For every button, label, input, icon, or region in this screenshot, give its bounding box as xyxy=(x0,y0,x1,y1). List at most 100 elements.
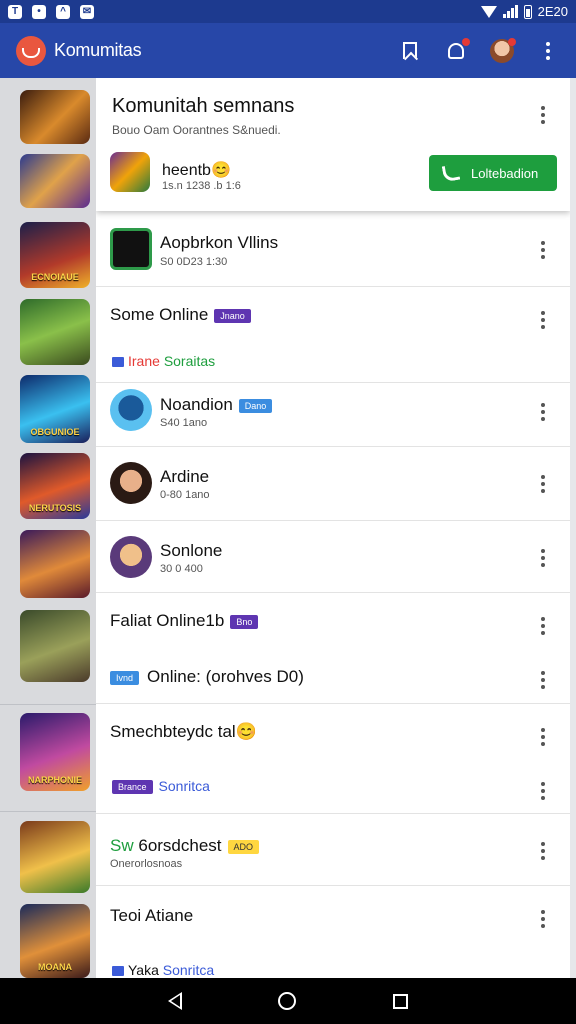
item-meta: 30 0 400 xyxy=(160,563,203,575)
list-item[interactable]: Sw 6orsdchest ADO Onerorlosnoas xyxy=(96,814,570,886)
overflow-menu-icon xyxy=(546,41,550,60)
list-item[interactable]: Faliat Online1b Bno Ivnd Online: (orohves … xyxy=(96,593,570,704)
signal-icon xyxy=(502,5,518,18)
item-name: Ardine xyxy=(160,467,210,486)
item-menu-button[interactable] xyxy=(541,241,545,259)
app-bar: Komumitas xyxy=(0,23,576,78)
item-menu-button[interactable] xyxy=(541,617,545,635)
avatar xyxy=(110,462,152,504)
item-menu-button[interactable] xyxy=(541,842,545,860)
status-icon-2: • xyxy=(32,4,46,19)
notifications-button[interactable] xyxy=(444,37,470,63)
avatar xyxy=(110,536,152,578)
item-name-green: Sw xyxy=(110,836,134,855)
status-bar: T • ^ ✉ 2E20 xyxy=(0,0,576,23)
game-thumb-6[interactable]: NERUTOSIS xyxy=(20,453,90,519)
section-label: Irane Soraitas xyxy=(112,353,215,369)
section-label-text: Sonritca xyxy=(162,962,215,978)
game-thumb-label: OBGUNIOE xyxy=(30,427,80,437)
item-name: Faliat Online1b Bno xyxy=(110,611,259,631)
overflow-menu-button[interactable] xyxy=(536,39,560,63)
list-item[interactable]: Smechbteydc tal😊 Brance Sonritca xyxy=(96,704,570,814)
recents-icon[interactable] xyxy=(392,993,408,1009)
game-thumb-9[interactable]: NARPHONIE xyxy=(20,713,90,791)
item-meta: S0 0D23 1:30 xyxy=(160,256,228,268)
item-menu-button[interactable] xyxy=(541,311,545,329)
card-menu-button[interactable] xyxy=(541,106,545,124)
status-icon-4: ✉ xyxy=(80,4,94,19)
section-label: Yaka Sonritca xyxy=(112,962,214,978)
tag-icon xyxy=(112,966,124,977)
item-name-text: Some Online xyxy=(110,305,209,324)
section-label: Brance Sonritca xyxy=(112,778,210,795)
app-title: Komumitas xyxy=(54,40,142,60)
game-icon[interactable] xyxy=(110,152,150,192)
game-name: heentb😊 xyxy=(162,162,231,179)
game-thumb-3[interactable]: ECNOIAUE xyxy=(20,222,90,288)
status-icons: T • ^ ✉ xyxy=(8,4,94,19)
item-name: Teoi Atiane xyxy=(110,906,194,925)
profile-button[interactable] xyxy=(490,37,516,63)
item-name: Noandion Dano xyxy=(160,395,273,415)
game-meta: 1s.n 1238 .b 1:6 xyxy=(162,180,241,192)
home-icon[interactable] xyxy=(278,992,297,1010)
game-thumb-4[interactable] xyxy=(20,299,90,365)
status-badge: Dano xyxy=(238,398,273,413)
back-icon[interactable] xyxy=(168,992,183,1010)
item-menu-button[interactable] xyxy=(541,475,545,493)
item-meta: 0-80 1ano xyxy=(160,489,210,501)
item-meta: Onerorlosnoas xyxy=(110,858,183,870)
list-item[interactable]: Noandion Dano S40 1ano xyxy=(96,383,570,447)
status-time: 2E20 xyxy=(537,4,568,19)
item-name: Sw 6orsdchest ADO xyxy=(110,836,260,856)
item-name: Aopbrkon Vllins xyxy=(160,233,279,252)
bookmark-icon xyxy=(403,42,417,59)
list-item[interactable]: Ardine 0-80 1ano xyxy=(96,447,570,521)
call-button[interactable]: Loltebadion xyxy=(429,155,557,191)
strip-divider xyxy=(0,811,96,812)
list-item[interactable]: Sonlone 30 0 400 xyxy=(96,521,570,593)
list-item[interactable]: Some Online Jnano Irane Soraitas xyxy=(96,287,570,383)
notification-dot xyxy=(462,37,470,46)
item-menu-button[interactable] xyxy=(541,910,545,928)
item-menu-button[interactable] xyxy=(541,549,545,567)
community-subtitle: Bouo Oam Oorantnes S&nuedi. xyxy=(112,123,281,137)
list-item[interactable]: Teoi Atiane Yaka Sonritca xyxy=(96,886,570,978)
item-name: Some Online Jnano xyxy=(110,305,251,325)
tag-icon xyxy=(112,357,124,368)
game-thumb-8[interactable] xyxy=(20,610,90,682)
bookmark-button[interactable] xyxy=(398,39,422,63)
game-thumb-10[interactable] xyxy=(20,821,90,893)
notification-bell-icon xyxy=(448,42,464,59)
item-menu-button[interactable] xyxy=(541,728,545,746)
game-thumb-label: NARPHONIE xyxy=(27,775,82,785)
game-thumb-1[interactable] xyxy=(20,90,90,144)
list-item[interactable]: Aopbrkon Vllins S0 0D23 1:30 xyxy=(96,211,570,287)
profile-dot xyxy=(508,37,516,46)
item-name-text: Noandion xyxy=(160,395,233,414)
call-button-label: Loltebadion xyxy=(471,165,539,181)
item-menu-button[interactable] xyxy=(541,782,545,800)
item-menu-button[interactable] xyxy=(541,671,545,689)
app-logo-icon xyxy=(16,35,46,66)
strip-divider xyxy=(0,704,96,705)
game-thumb-7[interactable] xyxy=(20,530,90,598)
game-thumb-11[interactable]: MOANA xyxy=(20,904,90,978)
wifi-icon xyxy=(480,5,497,18)
status-badge: ADO xyxy=(227,839,260,854)
community-panel: Komunitah semnans Bouo Oam Oorantnes S&n… xyxy=(96,78,570,978)
item-name: Smechbteydc tal😊 xyxy=(110,722,257,741)
item-name: Ivnd Online: (orohves D0) xyxy=(110,667,304,687)
navigation-bar xyxy=(0,978,576,1024)
game-thumb-label: ECNOIAUE xyxy=(31,272,79,282)
section-label-red: Irane xyxy=(128,353,160,369)
status-badge: Jnano xyxy=(214,308,251,323)
game-thumb-5[interactable]: OBGUNIOE xyxy=(20,375,90,443)
game-thumb-2[interactable] xyxy=(20,154,90,208)
avatar xyxy=(110,228,152,270)
item-menu-button[interactable] xyxy=(541,403,545,421)
item-meta: S40 1ano xyxy=(160,417,208,429)
battery-icon xyxy=(523,4,532,19)
game-thumb-label: NERUTOSIS xyxy=(28,503,82,513)
tag-badge: Ivnd xyxy=(110,670,140,685)
